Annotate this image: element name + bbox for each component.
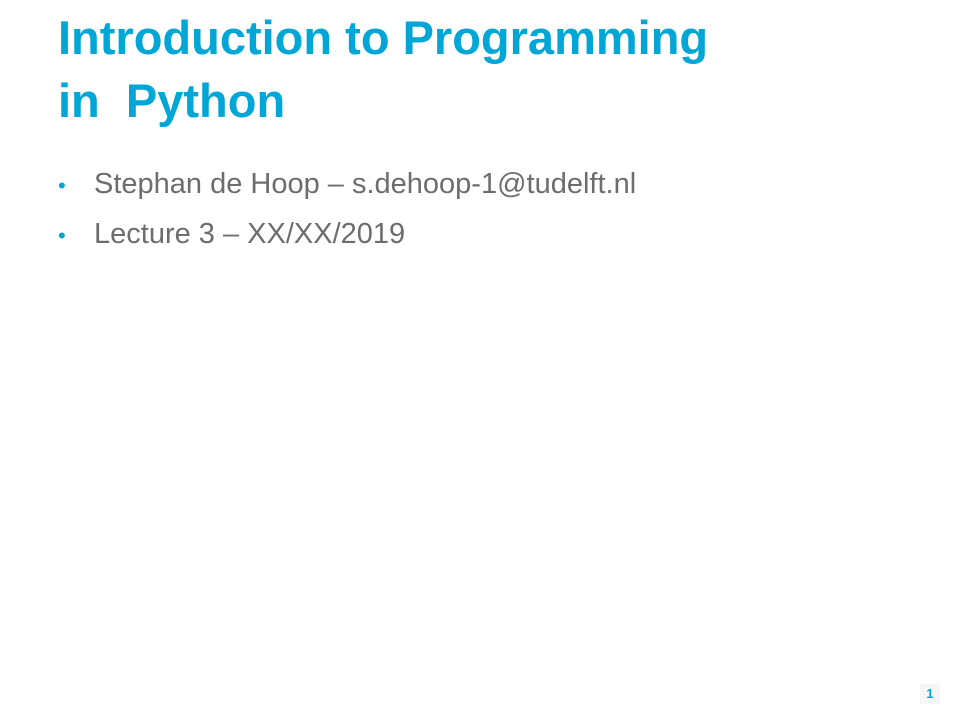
bullet-icon: • <box>58 223 66 248</box>
title-line-2: in Python <box>58 74 286 127</box>
bullet-item-lecture: • Lecture 3 – XX/XX/2019 <box>58 210 918 260</box>
slide-number: 1 <box>920 684 940 704</box>
bullet-icon: • <box>58 173 66 198</box>
slide: Introduction to Programming in Python • … <box>0 0 960 720</box>
bullet-item-author: • Stephan de Hoop – s.dehoop-1@tudelft.n… <box>58 160 918 210</box>
bullet-text-lecture: Lecture 3 – XX/XX/2019 <box>94 218 406 250</box>
bullet-list: • Stephan de Hoop – s.dehoop-1@tudelft.n… <box>58 160 918 260</box>
title-line-1: Introduction to Programming <box>58 11 709 64</box>
slide-title: Introduction to Programming in Python <box>58 6 918 132</box>
bullet-text-author: Stephan de Hoop – s.dehoop-1@tudelft.nl <box>94 168 637 200</box>
